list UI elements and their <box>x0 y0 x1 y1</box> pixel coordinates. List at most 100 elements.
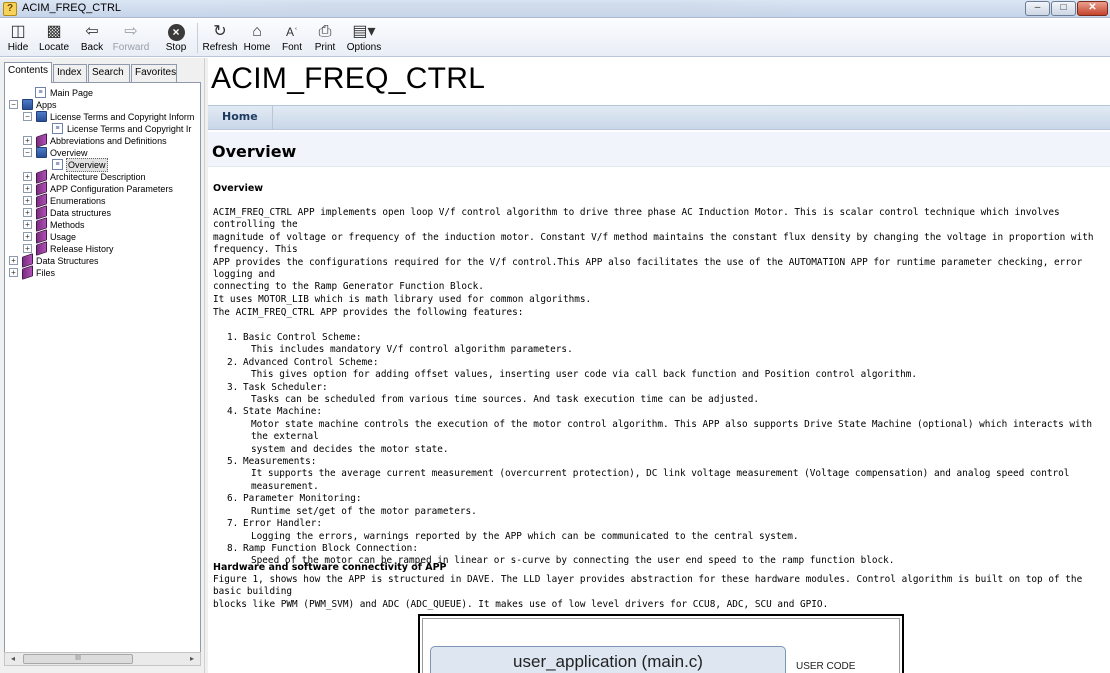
section-header-title: Overview <box>212 142 297 161</box>
item-number: 1. <box>227 332 239 343</box>
refresh-icon: ↻ <box>213 23 227 40</box>
tree-node[interactable]: + Release History <box>5 241 200 256</box>
back-button[interactable]: ⇦ Back <box>78 20 106 56</box>
expand-icon[interactable]: + <box>23 172 32 181</box>
tree-node[interactable]: + Usage <box>5 229 200 244</box>
tree-node[interactable]: + Data Structures <box>5 253 200 268</box>
hw-line: Figure 1, shows how the APP is structure… <box>213 574 1083 598</box>
options-button[interactable]: ▤▾ Options <box>344 20 384 56</box>
hide-button[interactable]: ◫ Hide <box>4 20 32 56</box>
item-desc: This includes mandatory V/f control algo… <box>251 344 573 356</box>
tree-node-label: Usage <box>50 232 77 242</box>
tree-node[interactable]: + Methods <box>5 217 200 232</box>
expand-icon[interactable]: + <box>23 184 32 193</box>
expand-icon[interactable]: + <box>23 244 32 253</box>
tree-node[interactable]: + Enumerations <box>5 193 200 208</box>
item-title: Ramp Function Block Connection: <box>243 542 418 554</box>
expand-icon[interactable]: + <box>23 220 32 229</box>
list-item: 1. Basic Control Scheme: This includes m… <box>227 332 1105 357</box>
collapse-icon[interactable]: − <box>9 100 18 109</box>
item-number: 5. <box>227 456 239 468</box>
expand-icon[interactable]: + <box>23 232 32 241</box>
expand-icon[interactable]: + <box>23 196 32 205</box>
item-title: Task Scheduler: <box>243 381 328 393</box>
forward-button[interactable]: ⇨ Forward <box>111 20 151 56</box>
close-button[interactable]: ✕ <box>1077 1 1108 16</box>
expand-icon[interactable]: + <box>23 208 32 217</box>
tab-contents[interactable]: Contents <box>4 62 52 83</box>
page-icon: ≡ <box>52 123 63 134</box>
item-title: Measurements: <box>243 456 317 468</box>
home-button[interactable]: ⌂ Home <box>242 20 272 56</box>
item-desc: system and decides the motor state. <box>251 443 449 455</box>
tab-search[interactable]: Search <box>88 64 130 82</box>
tree-node[interactable]: ≡ License Terms and Copyright Ir <box>5 123 200 135</box>
list-item: 6. Parameter Monitoring: Runtime set/get… <box>227 493 1105 518</box>
intro-line: magnitude of voltage or frequency of the… <box>213 231 1094 256</box>
refresh-button[interactable]: ↻ Refresh <box>202 20 238 56</box>
item-desc: Logging the errors, warnings reported by… <box>251 530 799 542</box>
tab-index[interactable]: Index <box>53 64 87 82</box>
collapse-icon[interactable]: − <box>23 148 32 157</box>
tab-favorites[interactable]: Favorites <box>131 64 177 82</box>
locate-icon: ▩ <box>46 23 62 40</box>
item-number: 4. <box>227 406 239 418</box>
tree-node[interactable]: + APP Configuration Parameters <box>5 181 200 196</box>
tree-node[interactable]: + Files <box>5 265 200 280</box>
intro-paragraph: ACIM_FREQ_CTRL APP implements open loop … <box>213 207 1103 306</box>
nav-home-link[interactable]: Home <box>208 106 273 129</box>
tree-node-label: Data structures <box>50 208 112 218</box>
list-item: 4. State Machine: Motor state machine co… <box>227 406 1105 456</box>
tree-node-label: Architecture Description <box>50 172 146 182</box>
tree-node[interactable]: ≡ Main Page <box>5 87 200 99</box>
toolbar-separator <box>197 23 198 53</box>
item-number: 7. <box>227 518 239 530</box>
toolbar: ◫ Hide ▩ Locate ⇦ Back ⇨ Forward × Stop … <box>0 19 1110 57</box>
back-arrow-icon: ⇦ <box>85 23 99 40</box>
tree-node[interactable]: + Abbreviations and Definitions <box>5 133 200 148</box>
print-button[interactable]: ⎙ Print <box>312 20 338 56</box>
minimize-button[interactable]: – <box>1025 1 1050 16</box>
tree-node[interactable]: + Data structures <box>5 205 200 220</box>
locate-button[interactable]: ▩ Locate <box>37 20 71 56</box>
item-title: Basic Control Scheme: <box>243 332 362 343</box>
page-title: ACIM_FREQ_CTRL <box>211 62 486 95</box>
stop-button[interactable]: × Stop <box>163 20 189 56</box>
item-number: 8. <box>227 542 239 554</box>
tree-node-label: License Terms and Copyright Inform <box>50 112 195 122</box>
expand-icon[interactable]: + <box>9 268 18 277</box>
page-icon: ≡ <box>35 87 46 98</box>
horizontal-scrollbar[interactable]: ◂ III ▸ <box>4 652 201 666</box>
list-item: 2. Advanced Control Scheme: This gives o… <box>227 357 1105 382</box>
tree-node[interactable]: − License Terms and Copyright Inform <box>5 111 200 123</box>
scrollbar-thumb[interactable]: III <box>23 654 133 664</box>
features-intro: The ACIM_FREQ_CTRL APP provides the foll… <box>213 307 524 318</box>
tree-node[interactable]: + Architecture Description <box>5 169 200 184</box>
tree-node-label: Abbreviations and Definitions <box>50 136 167 146</box>
help-app-icon: ? <box>3 2 17 16</box>
expand-icon[interactable]: + <box>23 136 32 145</box>
intro-line: connecting to the Ramp Generator Functio… <box>213 281 484 293</box>
breadcrumb-bar: Home <box>208 105 1110 130</box>
maximize-button[interactable]: □ <box>1051 1 1076 16</box>
tree-node-label: Enumerations <box>50 196 106 206</box>
tree-node-label: APP Configuration Parameters <box>50 184 173 194</box>
item-title: State Machine: <box>243 406 323 418</box>
expand-icon[interactable]: + <box>9 256 18 265</box>
tree-node-selected[interactable]: ≡ Overview <box>5 158 200 172</box>
tree-node[interactable]: − Apps <box>5 99 200 111</box>
tree-node-label: License Terms and Copyright Ir <box>67 124 192 134</box>
item-desc: Motor state machine controls the executi… <box>251 418 1092 443</box>
back-label: Back <box>80 42 104 53</box>
scroll-left-icon[interactable]: ◂ <box>6 653 20 665</box>
stop-icon: × <box>163 22 189 42</box>
tree-node-label: Methods <box>50 220 85 230</box>
title-bar: ? ACIM_FREQ_CTRL – □ ✕ <box>0 0 1110 18</box>
features-list: 1. Basic Control Scheme: This includes m… <box>227 332 1105 568</box>
hw-line: blocks like PWM (PWM_SVM) and ADC (ADC_Q… <box>213 598 829 610</box>
collapse-icon[interactable]: − <box>23 112 32 121</box>
tree-node-label: Main Page <box>50 88 94 98</box>
scroll-right-icon[interactable]: ▸ <box>185 653 199 665</box>
font-button[interactable]: Aʿ Font <box>280 20 304 56</box>
tree-node-label: Files <box>36 268 56 278</box>
